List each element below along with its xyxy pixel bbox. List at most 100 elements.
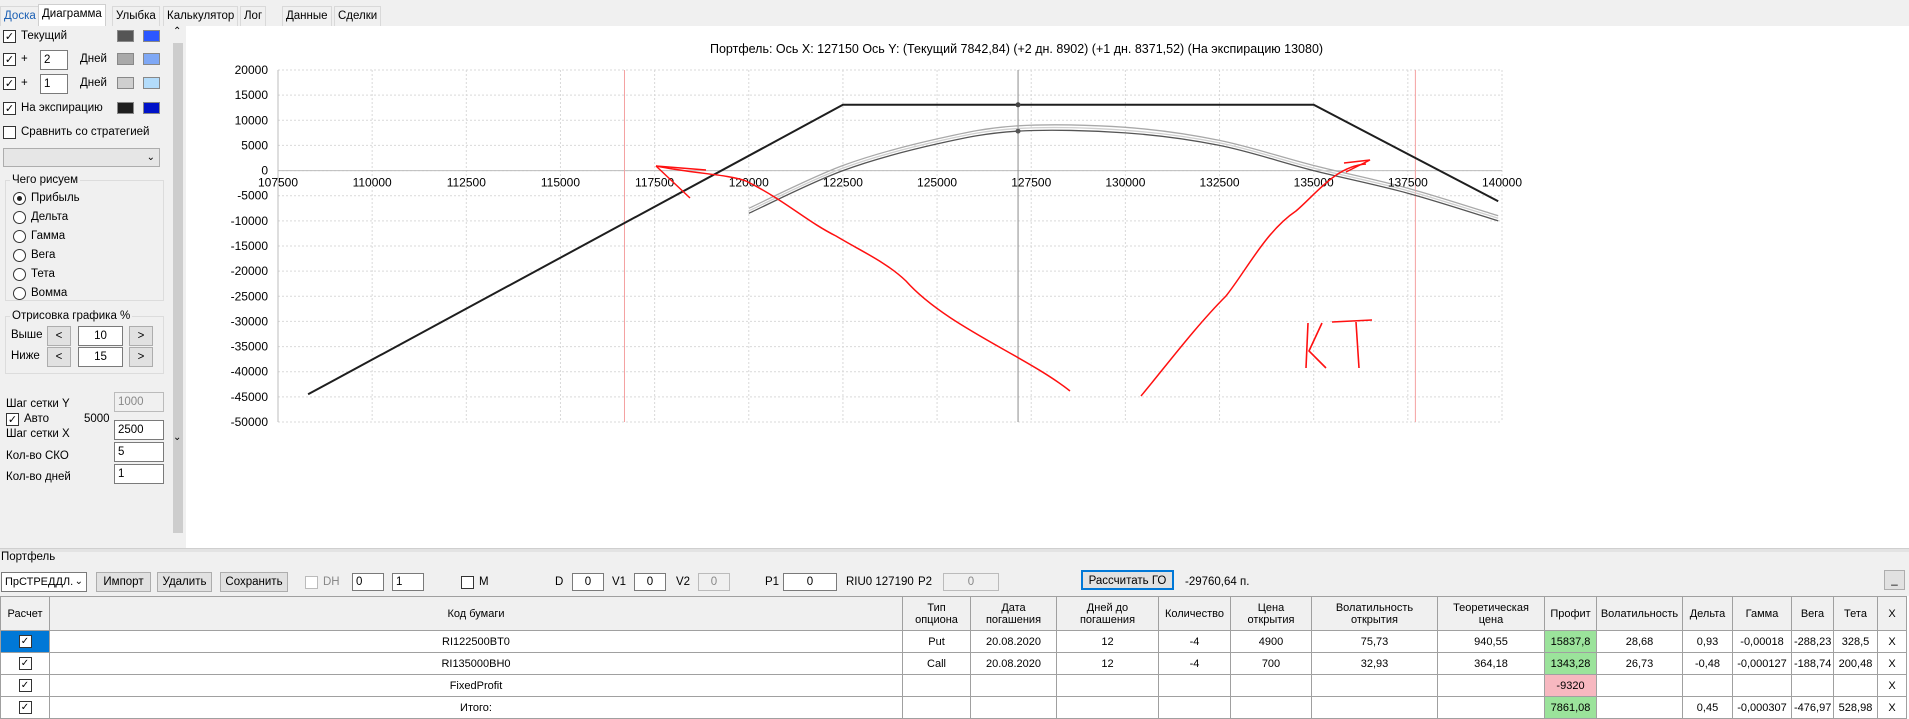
above-increase-button[interactable]: > [129, 326, 153, 346]
column-header[interactable]: Дата погашения [970, 596, 1057, 631]
column-header[interactable]: Дней до погашения [1056, 596, 1159, 631]
left-scrollbar-thumb[interactable] [173, 43, 183, 533]
column-header[interactable]: Волатильность открытия [1311, 596, 1438, 631]
plus1-swatch-1[interactable] [117, 77, 134, 89]
v1-input[interactable]: 0 [634, 573, 666, 591]
column-header[interactable]: Цена открытия [1230, 596, 1312, 631]
auto-label: Авто [24, 413, 50, 425]
column-header[interactable]: Количество [1158, 596, 1231, 631]
column-header[interactable]: X [1877, 596, 1907, 631]
table-row[interactable]: ✓ Итого: 7861,08 0,45 -0,000307 -476,97 528,98… [0, 696, 1907, 719]
p1-input[interactable]: 0 [783, 573, 837, 591]
column-header[interactable]: Тета [1833, 596, 1878, 631]
strategy-select[interactable]: ⌄ [3, 148, 160, 167]
compare-checkbox[interactable] [3, 126, 16, 139]
calc-checkbox-cell[interactable]: ✓ [0, 696, 50, 719]
plus2-swatch-1[interactable] [117, 53, 134, 65]
radio-delta[interactable] [13, 211, 26, 224]
expiration-swatch-1[interactable] [117, 102, 134, 114]
minimize-button[interactable]: _ [1884, 570, 1905, 590]
tab-deals[interactable]: Сделки [334, 6, 382, 26]
grid-y-input[interactable]: 1000 [114, 392, 164, 412]
table-cell: -0,00018 [1732, 630, 1792, 653]
below-decrease-button[interactable]: < [47, 347, 71, 367]
calc-checkbox[interactable]: ✓ [18, 657, 32, 670]
plus1-swatch-2[interactable] [143, 77, 160, 89]
panel-splitter[interactable] [0, 548, 1909, 552]
p2-input[interactable]: 0 [943, 573, 999, 591]
calc-checkbox-cell[interactable]: ✓ [0, 674, 50, 697]
plus1-days-input[interactable]: 1 [40, 74, 68, 94]
radio-vomma[interactable] [13, 287, 26, 300]
column-header[interactable]: Дельта [1682, 596, 1733, 631]
column-header[interactable]: Тип опциона [902, 596, 971, 631]
expiration-checkbox[interactable]: ✓ [3, 102, 16, 115]
table-row[interactable]: ✓ RI122500BT0 Put 20.08.2020 12 -4 4900 75,73 94… [0, 630, 1907, 653]
delete-row-button[interactable]: X [1877, 674, 1907, 697]
radio-gamma[interactable] [13, 230, 26, 243]
radio-theta[interactable] [13, 268, 26, 281]
radio-profit[interactable] [13, 192, 26, 205]
dh-spinner-2[interactable]: 1 [392, 573, 424, 591]
table-row[interactable]: ✓ FixedProfit -9320 X [0, 674, 1907, 697]
delete-row-button[interactable]: X [1877, 630, 1907, 653]
plus1-checkbox[interactable]: ✓ [3, 77, 16, 90]
table-cell [902, 674, 971, 697]
above-input[interactable]: 10 [78, 326, 123, 346]
import-button[interactable]: Импорт [96, 572, 151, 592]
m-checkbox[interactable] [461, 576, 474, 589]
scroll-down-icon[interactable]: ⌄ [173, 432, 181, 443]
radio-vega[interactable] [13, 249, 26, 262]
calc-checkbox[interactable]: ✓ [18, 635, 32, 648]
dh-spinner-1[interactable]: 0 [352, 573, 384, 591]
table-row[interactable]: ✓ RI135000BH0 Call 20.08.2020 12 -4 700 32,93 36… [0, 652, 1907, 675]
v2-input[interactable]: 0 [698, 573, 730, 591]
column-header[interactable]: Гамма [1732, 596, 1792, 631]
days-count-input[interactable]: 1 [114, 464, 164, 484]
column-header[interactable]: Профит [1544, 596, 1597, 631]
calc-checkbox-cell[interactable]: ✓ [0, 630, 50, 653]
calculate-go-button[interactable]: Рассчитать ГО [1081, 570, 1174, 590]
table-cell: Call [902, 652, 971, 675]
column-header[interactable]: Расчет [0, 596, 50, 631]
payoff-chart[interactable]: 107500 110000 112500 115000 117500 120000 1225… [186, 26, 1909, 548]
sko-input[interactable]: 5 [114, 442, 164, 462]
above-decrease-button[interactable]: < [47, 326, 71, 346]
tab-board[interactable]: Доска [0, 6, 40, 26]
current-checkbox[interactable]: ✓ [3, 30, 16, 43]
current-swatch-1[interactable] [117, 30, 134, 42]
radio-vega-label: Вега [31, 249, 56, 261]
d-input[interactable]: 0 [572, 573, 604, 591]
auto-checkbox[interactable]: ✓ [6, 413, 19, 426]
delete-row-button[interactable]: X [1877, 696, 1907, 719]
plus2-days-input[interactable]: 2 [40, 50, 68, 70]
tab-smile[interactable]: Улыбка [112, 6, 160, 26]
tab-data[interactable]: Данные [282, 6, 332, 26]
below-increase-button[interactable]: > [129, 347, 153, 367]
column-header[interactable]: Вега [1791, 596, 1834, 631]
column-header[interactable]: Код бумаги [49, 596, 903, 631]
calc-checkbox-cell[interactable]: ✓ [0, 652, 50, 675]
plus2-swatch-2[interactable] [143, 53, 160, 65]
plus2-checkbox[interactable]: ✓ [3, 53, 16, 66]
column-header[interactable]: Волатильность [1596, 596, 1683, 631]
calc-checkbox[interactable]: ✓ [18, 701, 32, 714]
portfolio-select[interactable]: ПрСТРЕДДЛ. ⌄ [1, 572, 87, 592]
settings-panel: ✓ Текущий ✓ + 2 Дней ✓ + 1 Дней ✓ На экс… [0, 26, 185, 546]
current-swatch-2[interactable] [143, 30, 160, 42]
tab-log[interactable]: Лог [240, 6, 267, 26]
delete-button[interactable]: Удалить [157, 572, 212, 592]
expiration-swatch-2[interactable] [143, 102, 160, 114]
column-header[interactable]: Теоретическая цена [1437, 596, 1545, 631]
calc-checkbox[interactable]: ✓ [18, 679, 32, 692]
delete-row-button[interactable]: X [1877, 652, 1907, 675]
dh-checkbox[interactable] [305, 576, 318, 589]
table-cell: -0,000307 [1732, 696, 1792, 719]
table-cell [1437, 674, 1545, 697]
below-input[interactable]: 15 [78, 347, 123, 367]
tab-diagram[interactable]: Диаграмма [38, 4, 106, 26]
scroll-up-icon[interactable]: ⌃ [173, 26, 181, 37]
tab-calculator[interactable]: Калькулятор [163, 6, 239, 26]
grid-x-input[interactable]: 2500 [114, 420, 164, 440]
save-button[interactable]: Сохранить [220, 572, 288, 592]
